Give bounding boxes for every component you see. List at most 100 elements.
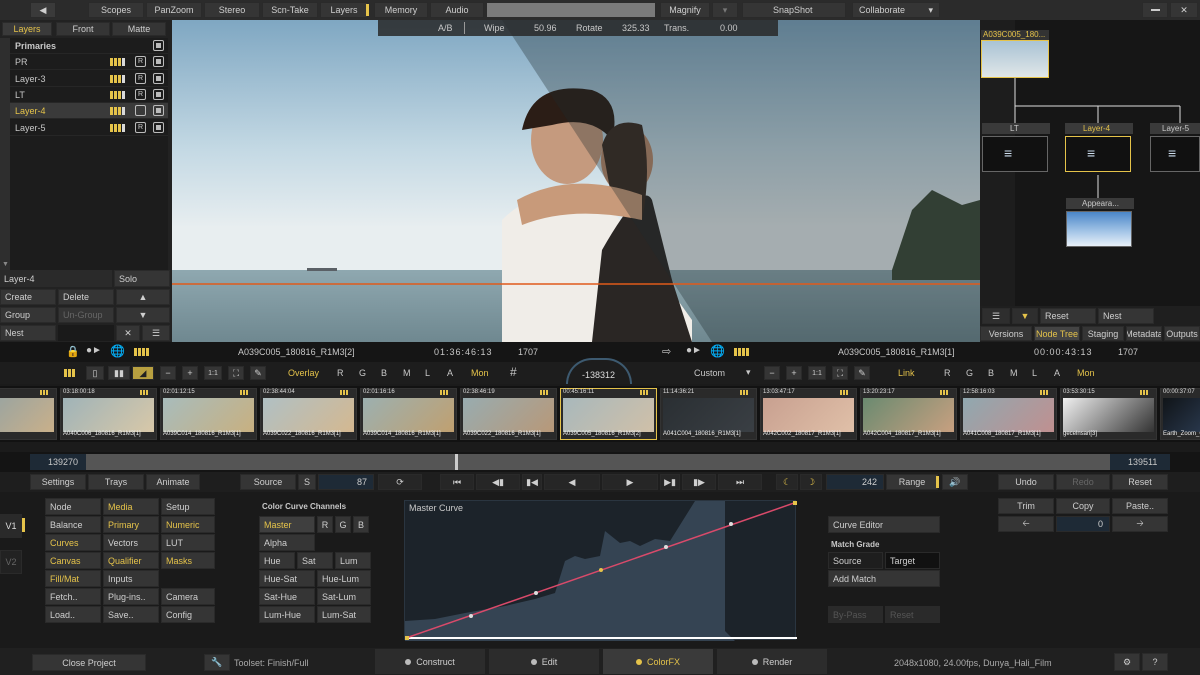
wipe-mode-button[interactable]: ◢ [132, 366, 154, 380]
channel-b-button[interactable]: B [988, 368, 994, 378]
channel-r[interactable]: R [317, 516, 333, 533]
zoom-out-button[interactable]: − [160, 366, 176, 380]
render-toggle[interactable]: R [135, 121, 146, 133]
magnify-dropdown[interactable]: ▾ [712, 2, 738, 18]
channel-master[interactable]: Master [259, 516, 315, 533]
node-layer-5[interactable]: Layer-5 ≡ [1150, 123, 1200, 173]
channel-g-button[interactable]: G [966, 368, 973, 378]
tool-media[interactable]: Media [103, 498, 159, 515]
layer-menu-button[interactable]: ☰ [142, 325, 170, 341]
s-button[interactable]: S [298, 474, 316, 490]
snapshot-button[interactable]: SnapShot [742, 2, 846, 18]
thumbnail[interactable]: 00:00:37:07 Earth_Zoom_Clo [1160, 388, 1200, 440]
trays-button[interactable]: Trays [88, 474, 144, 490]
tab-staging[interactable]: Staging [1082, 326, 1124, 341]
range-button[interactable]: Range [886, 474, 938, 490]
thumbnail[interactable]: 03:18:00:18 A040C006_180816_R1M3[1] [60, 388, 157, 440]
channel-b-button[interactable]: B [381, 368, 387, 378]
layer-row[interactable]: PR R [10, 54, 168, 71]
visibility-toggle[interactable] [153, 56, 164, 68]
master-curve-editor[interactable]: Master Curve [404, 500, 797, 641]
loop-button[interactable]: ⟳ [378, 474, 422, 490]
channel-g[interactable]: G [335, 516, 351, 533]
match-source-field[interactable]: Source [828, 552, 883, 569]
globe-icon[interactable]: 🌐 [110, 344, 125, 358]
thumbnail[interactable]: 00:45:16:11 A039C005_180816_R1M3[2] [560, 388, 657, 440]
channel-sat-lum[interactable]: Sat-Lum [317, 588, 371, 605]
channel-hue-sat[interactable]: Hue-Sat [259, 570, 315, 587]
tool-curves[interactable]: Curves [45, 534, 101, 551]
render-toggle[interactable]: R [135, 72, 146, 84]
thumbnail[interactable]: 6_R1M3[1] [0, 388, 57, 440]
prev-mark-button[interactable]: ◀▮ [476, 474, 520, 490]
channel-lum-hue[interactable]: Lum-Hue [259, 606, 315, 623]
fit-button[interactable]: ⛶ [228, 366, 244, 380]
globe-icon[interactable]: 🌐 [710, 344, 725, 358]
menu-audio[interactable]: Audio [430, 2, 484, 18]
menu-stereo[interactable]: Stereo [204, 2, 260, 18]
tab-node-tree[interactable]: Node Tree [1034, 326, 1080, 341]
tool-node[interactable]: Node [45, 498, 101, 515]
nest-field[interactable] [58, 325, 114, 341]
frame-value[interactable]: 242 [826, 474, 884, 490]
tool-fillmat[interactable]: Fill/Mat [45, 570, 101, 587]
magnify-button[interactable]: Magnify [660, 2, 710, 18]
tab-front[interactable]: Front [56, 22, 110, 36]
nest-button[interactable]: Nest [0, 325, 56, 341]
tool-load[interactable]: Load.. [45, 606, 101, 623]
node-nest-button[interactable]: Nest [1098, 308, 1154, 324]
thumbnail[interactable]: 02:38:44:04 A039C022_180816_R1M3[1] [260, 388, 357, 440]
tool-fetch[interactable]: Fetch.. [45, 588, 101, 605]
close-project-button[interactable]: Close Project [32, 654, 146, 671]
timeline[interactable]: 139270 139511 [0, 452, 1200, 472]
record-icon[interactable]: ●► [86, 345, 102, 356]
menu-scopes[interactable]: Scopes [88, 2, 144, 18]
toolset-button[interactable]: 🔧 [204, 654, 230, 671]
match-target-field[interactable]: Target [885, 552, 940, 569]
render-toggle[interactable]: R [135, 88, 146, 100]
ungroup-button[interactable]: Un-Group [58, 307, 114, 323]
layer-row[interactable]: LT R [10, 87, 168, 103]
layer-row[interactable]: Layer-4 [10, 103, 168, 120]
record-icon[interactable]: ●► [686, 345, 702, 356]
layer-row[interactable]: Layer-5 R [10, 120, 168, 136]
tool-camera[interactable]: Camera [161, 588, 215, 605]
playhead[interactable] [455, 454, 458, 470]
channel-sat[interactable]: Sat [297, 552, 333, 569]
tab-matte[interactable]: Matte [112, 22, 166, 36]
export-icon[interactable]: ⇨ [662, 345, 671, 358]
thumbnail[interactable]: 11:14:36:21 A041C004_180816_R1M3[1] [660, 388, 757, 440]
mark-out-button[interactable]: ☽ [800, 474, 822, 490]
tool-vectors[interactable]: Vectors [103, 534, 159, 551]
link-button[interactable]: Link [898, 368, 915, 378]
remove-button[interactable]: ✕ [116, 325, 140, 341]
trim-right-button[interactable]: 🡢 [1112, 516, 1168, 532]
copy-button[interactable]: Copy [1056, 498, 1110, 514]
zoom-1to1-button-2[interactable]: 1:1 [808, 366, 826, 380]
menu-memory[interactable]: Memory [374, 2, 428, 18]
go-end-button[interactable]: ⏭ [718, 474, 762, 490]
visibility-toggle[interactable] [153, 121, 164, 133]
next-frame-button[interactable]: ▶▮ [660, 474, 680, 490]
tool-config[interactable]: Config [161, 606, 215, 623]
visibility-toggle[interactable] [153, 88, 164, 100]
tool-masks[interactable]: Masks [161, 552, 215, 569]
render-toggle[interactable] [135, 105, 146, 117]
node-reset-button[interactable]: Reset [1040, 308, 1096, 324]
move-up-button[interactable]: ▲ [116, 289, 170, 305]
group-button[interactable]: Group [0, 307, 56, 323]
display-mode-button[interactable]: ▯ [86, 366, 104, 380]
create-button[interactable]: Create [0, 289, 56, 305]
visibility-toggle[interactable] [153, 105, 164, 117]
copy-value-field[interactable]: 0 [1056, 516, 1110, 532]
layers-scrollbar[interactable]: ▼ [0, 38, 10, 270]
mon-left[interactable]: Mon [471, 368, 489, 378]
mode-tab-edit[interactable]: Edit [488, 648, 600, 675]
tool-lut[interactable]: LUT [161, 534, 215, 551]
node-layer-4[interactable]: Layer-4 ≡ [1065, 123, 1133, 173]
tab-outputs[interactable]: Outputs [1164, 326, 1200, 341]
timeline-bar[interactable] [84, 454, 1112, 470]
tool-save[interactable]: Save.. [103, 606, 159, 623]
chevron-down-icon[interactable]: ▾ [746, 367, 751, 378]
grid-icon[interactable]: # [510, 365, 517, 379]
